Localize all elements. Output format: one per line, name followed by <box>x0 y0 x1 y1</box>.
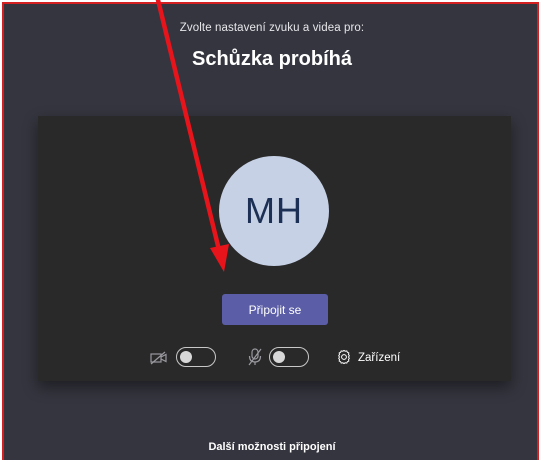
gear-icon[interactable] <box>336 349 352 365</box>
prejoin-subtitle: Zvolte nastavení zvuku a videa pro: <box>179 22 365 34</box>
camera-toggle[interactable] <box>176 347 216 367</box>
microphone-off-icon <box>247 348 263 366</box>
microphone-toggle[interactable] <box>269 347 309 367</box>
join-button[interactable]: Připojit se <box>222 294 328 325</box>
avatar: MH <box>219 156 329 266</box>
window: Zvolte nastavení zvuku a videa pro: Schů… <box>0 0 544 462</box>
avatar-initials: MH <box>245 190 303 231</box>
devices-button[interactable]: Zařízení <box>358 352 400 364</box>
camera-off-icon <box>150 351 168 365</box>
camera-toggle-knob <box>180 350 192 363</box>
microphone-toggle-knob <box>273 350 285 363</box>
meeting-title: Schůzka probíhá <box>191 48 353 70</box>
join-button-label: Připojit se <box>248 302 302 317</box>
more-join-options-link[interactable]: Další možnosti připojení <box>0 441 544 453</box>
